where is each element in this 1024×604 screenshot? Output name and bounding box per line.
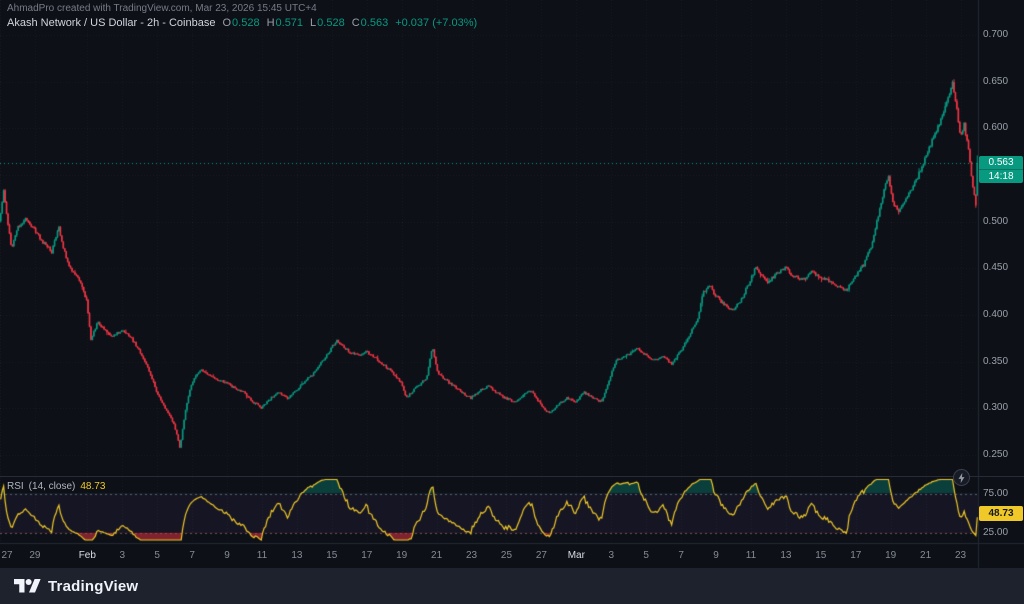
rsi-current-value: 48.73	[80, 481, 105, 492]
time-axis[interactable]: 27 29 Feb 3 5 7 9 11 13 15 17 19 21 23 25 27 Mar 3 5 7 9 11 13…	[0, 544, 978, 568]
rsi-value-badge: 48.73	[979, 506, 1023, 521]
time-tick-label: 21	[920, 550, 931, 561]
time-tick-label: 3	[608, 550, 614, 561]
time-tick-label: 21	[431, 550, 442, 561]
time-tick-label: 19	[396, 550, 407, 561]
time-tick-label: 9	[713, 550, 719, 561]
last-price-value: 0.563	[979, 156, 1023, 169]
ohlc-change: +0.037 (+7.03%)	[395, 17, 477, 29]
price-tick-label: 0.650	[983, 76, 1008, 88]
time-tick-label: Mar	[568, 550, 585, 561]
time-tick-label: 25	[501, 550, 512, 561]
symbol-title[interactable]: Akash Network / US Dollar - 2h - Coinbas…	[7, 17, 215, 29]
time-tick-label: 11	[746, 550, 756, 561]
time-tick-label: 9	[224, 550, 230, 561]
time-tick-label: 11	[257, 550, 267, 561]
ohlc-low: L0.528	[310, 17, 345, 29]
candlestick-chart-canvas[interactable]	[0, 0, 1024, 604]
rsi-upper-level-label: 75.00	[983, 488, 1008, 500]
time-tick-label: 13	[780, 550, 791, 561]
time-tick-label: 15	[815, 550, 826, 561]
time-tick-label: 19	[885, 550, 896, 561]
watermark-text: AhmadPro created with TradingView.com, M…	[7, 3, 317, 14]
time-tick-label: 7	[678, 550, 684, 561]
price-tick-label: 0.350	[983, 356, 1008, 368]
time-tick-label: 23	[955, 550, 966, 561]
ohlc-close: C0.563	[352, 17, 388, 29]
time-tick-label: 15	[326, 550, 337, 561]
price-tick-label: 0.250	[983, 449, 1008, 461]
time-tick-label: 5	[154, 550, 160, 561]
rsi-params: (14, close)	[29, 481, 76, 492]
bottom-bar: TradingView	[0, 568, 1024, 604]
last-price-badge: 0.563 14:18	[979, 156, 1023, 183]
ohlc-open: O0.528	[222, 17, 259, 29]
pane-quick-action-button[interactable]	[953, 469, 970, 486]
time-tick-label: 17	[850, 550, 861, 561]
pane-divider[interactable]	[0, 476, 1024, 477]
tradingview-logo	[14, 576, 41, 597]
time-tick-label: 27	[1, 550, 12, 561]
tradingview-chart-window: AhmadPro created with TradingView.com, M…	[0, 0, 1024, 604]
time-tick-label: 17	[361, 550, 372, 561]
time-tick-label: 27	[536, 550, 547, 561]
time-tick-label: 3	[119, 550, 125, 561]
price-tick-label: 0.300	[983, 402, 1008, 414]
time-tick-label: Feb	[79, 550, 96, 561]
rsi-title: RSI	[7, 481, 24, 492]
tradingview-wordmark: TradingView	[48, 578, 138, 595]
rsi-lower-level-label: 25.00	[983, 527, 1008, 539]
bar-countdown: 14:18	[979, 169, 1023, 183]
time-tick-label: 5	[643, 550, 649, 561]
tradingview-link[interactable]: TradingView	[14, 576, 138, 597]
price-tick-label: 0.700	[983, 29, 1008, 41]
time-tick-label: 7	[189, 550, 195, 561]
time-tick-label: 29	[29, 550, 40, 561]
price-tick-label: 0.450	[983, 262, 1008, 274]
price-axis[interactable]: 0.7000.6500.6000.5500.5000.4500.4000.350…	[978, 0, 1024, 543]
price-tick-label: 0.500	[983, 216, 1008, 228]
time-tick-label: 23	[466, 550, 477, 561]
lightning-icon	[957, 472, 966, 484]
price-tick-label: 0.400	[983, 309, 1008, 321]
price-tick-label: 0.600	[983, 122, 1008, 134]
ohlc-high: H0.571	[267, 17, 303, 29]
rsi-legend[interactable]: RSI (14, close) 48.73	[7, 481, 105, 492]
symbol-legend[interactable]: Akash Network / US Dollar - 2h - Coinbas…	[7, 17, 477, 29]
time-tick-label: 13	[291, 550, 302, 561]
